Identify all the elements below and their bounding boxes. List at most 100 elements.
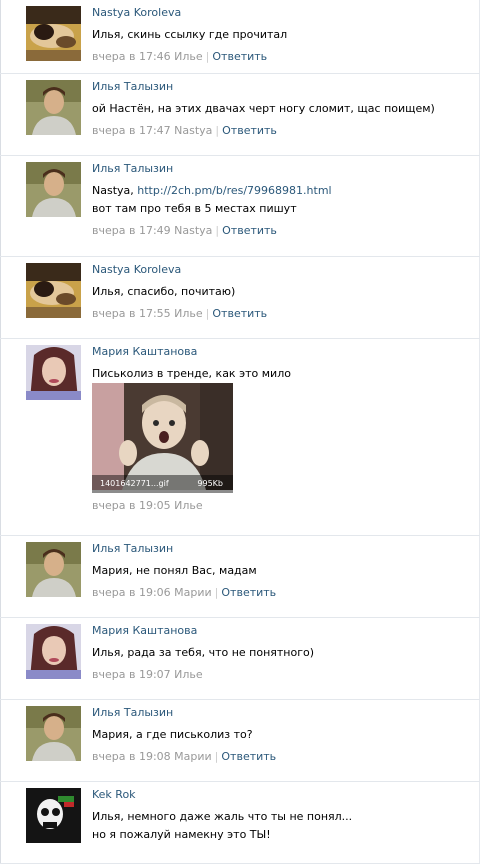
comment-item: Мария Каштанова Илья, рада за тебя, что н… — [0, 618, 480, 700]
meta-separator: | — [215, 224, 220, 237]
comment-text: Илья, спасибо, почитаю) — [92, 283, 476, 301]
comment-line: Мария, а где письколиз то? — [92, 728, 253, 741]
comment-body: Илья Талызин Мария, не понял Вас, мадам вч… — [92, 542, 476, 600]
comment-text: Мария, не понял Вас, мадам — [92, 562, 476, 580]
comment-text: Nastya, http://2ch.pm/b/res/79968981.htm… — [92, 182, 476, 218]
timestamp[interactable]: вчера в 17:55 — [92, 307, 171, 320]
reply-target: Nastya — [174, 224, 213, 237]
comment-line: Илья, спасибо, почитаю) — [92, 285, 236, 298]
comment-item: Илья Талызин Nastya, http://2ch.pm/b/res/… — [0, 156, 480, 257]
comment-meta: вчера в 17:46 Илье | Ответить — [92, 50, 476, 64]
comment-text: Мария, а где письколиз то? — [92, 726, 476, 744]
author-link[interactable]: Nastya Koroleva — [92, 6, 476, 20]
timestamp[interactable]: вчера в 17:49 — [92, 224, 171, 237]
avatar-image — [26, 788, 81, 843]
comment-meta: вчера в 19:05 Илье — [92, 499, 476, 513]
comment-body: Kek Rok Илья, немного даже жаль что ты не… — [92, 788, 476, 844]
reply-target: Илье — [174, 499, 203, 512]
comment-line: Письколиз в тренде, как это мило — [92, 367, 291, 380]
author-link[interactable]: Илья Талызин — [92, 80, 476, 94]
meta-separator: | — [205, 307, 210, 320]
reply-target: Илье — [174, 50, 203, 63]
reply-target: Марии — [174, 750, 212, 763]
reply-button[interactable]: Ответить — [212, 307, 267, 320]
timestamp[interactable]: вчера в 17:46 — [92, 50, 171, 63]
comment-line: Илья, немного даже жаль что ты не понял.… — [92, 810, 353, 823]
gif-caption: 1401642771...gif 995Kb — [92, 475, 233, 493]
reply-target: Илье — [174, 307, 203, 320]
mention: Nastya, — [92, 184, 138, 197]
comment-item: Илья Талызин Мария, не понял Вас, мадам вч… — [0, 536, 480, 618]
author-link[interactable]: Мария Каштанова — [92, 624, 476, 638]
avatar-image — [26, 542, 81, 597]
comment-line: Илья, скинь ссылку где прочитал — [92, 28, 288, 41]
avatar-image — [26, 162, 81, 217]
author-link[interactable]: Kek Rok — [92, 788, 476, 802]
comment-body: Илья Талызин Мария, а где письколиз то? вч… — [92, 706, 476, 764]
avatar[interactable] — [26, 162, 81, 217]
author-link[interactable]: Илья Талызин — [92, 542, 476, 556]
comment-text: Илья, рада за тебя, что не понятного) — [92, 644, 476, 662]
timestamp[interactable]: вчера в 19:08 — [92, 750, 171, 763]
reply-button[interactable]: Ответить — [212, 50, 267, 63]
comment-line: Мария, не понял Вас, мадам — [92, 564, 257, 577]
avatar[interactable] — [26, 6, 81, 61]
avatar-image — [26, 706, 81, 761]
comment-meta: вчера в 19:07 Илье — [92, 668, 476, 682]
timestamp[interactable]: вчера в 19:06 — [92, 586, 171, 599]
timestamp[interactable]: вчера в 19:05 — [92, 499, 171, 512]
comments-feed: Nastya Koroleva Илья, скинь ссылку где пр… — [0, 0, 480, 864]
comment-item: Илья Талызин ой Настён, на этих двачах че… — [0, 74, 480, 156]
reply-target: Илье — [174, 668, 203, 681]
reply-target: Марии — [174, 586, 212, 599]
reply-button[interactable]: Ответить — [221, 750, 276, 763]
reply-button[interactable]: Ответить — [222, 124, 277, 137]
avatar[interactable] — [26, 624, 81, 679]
comment-text: Письколиз в тренде, как это мило — [92, 365, 476, 383]
comment-item: Мария Каштанова Письколиз в тренде, как э… — [0, 339, 480, 536]
reply-button[interactable]: Ответить — [221, 586, 276, 599]
comment-meta: вчера в 19:06 Марии | Ответить — [92, 586, 476, 600]
avatar[interactable] — [26, 345, 81, 400]
meta-separator: | — [205, 50, 210, 63]
avatar[interactable] — [26, 263, 81, 318]
avatar[interactable] — [26, 706, 81, 761]
thread-link[interactable]: http://2ch.pm/b/res/79968981.html — [137, 184, 331, 197]
comment-line: ой Настён, на этих двачах черт ногу слом… — [92, 102, 435, 115]
timestamp[interactable]: вчера в 19:07 — [92, 668, 171, 681]
avatar-image — [26, 6, 81, 61]
comment-item: Nastya Koroleva Илья, спасибо, почитаю) вч… — [0, 257, 480, 339]
comment-text: Илья, немного даже жаль что ты не понял.… — [92, 808, 476, 844]
avatar-image — [26, 624, 81, 679]
author-link[interactable]: Nastya Koroleva — [92, 263, 476, 277]
comment-line: Илья, рада за тебя, что не понятного) — [92, 646, 315, 659]
reply-button[interactable]: Ответить — [222, 224, 277, 237]
gif-attachment[interactable]: 1401642771...gif 995Kb — [92, 383, 233, 493]
timestamp[interactable]: вчера в 17:47 — [92, 124, 171, 137]
avatar[interactable] — [26, 80, 81, 135]
comment-body: Мария Каштанова Письколиз в тренде, как э… — [92, 345, 476, 513]
comment-item: Илья Талызин Мария, а где письколиз то? вч… — [0, 700, 480, 782]
comment-item: Nastya Koroleva Илья, скинь ссылку где пр… — [0, 0, 480, 74]
author-link[interactable]: Илья Талызин — [92, 706, 476, 720]
comment-item: Kek Rok Илья, немного даже жаль что ты не… — [0, 782, 480, 864]
gif-size: 995Kb — [197, 479, 223, 488]
meta-separator: | — [215, 124, 220, 137]
comment-text: Илья, скинь ссылку где прочитал — [92, 26, 476, 44]
avatar[interactable] — [26, 788, 81, 843]
comment-body: Nastya Koroleva Илья, скинь ссылку где пр… — [92, 6, 476, 64]
comment-line: но я пожалуй намекну это ТЫ! — [92, 828, 271, 841]
author-link[interactable]: Мария Каштанова — [92, 345, 476, 359]
comment-meta: вчера в 17:55 Илье | Ответить — [92, 307, 476, 321]
comment-body: Мария Каштанова Илья, рада за тебя, что н… — [92, 624, 476, 682]
comment-line: вот там про тебя в 5 местах пишут — [92, 202, 297, 215]
author-link[interactable]: Илья Талызин — [92, 162, 476, 176]
comment-body: Nastya Koroleva Илья, спасибо, почитаю) вч… — [92, 263, 476, 321]
comment-body: Илья Талызин ой Настён, на этих двачах че… — [92, 80, 476, 138]
avatar-image — [26, 80, 81, 135]
comment-meta: вчера в 17:47 Nastya | Ответить — [92, 124, 476, 138]
meta-separator: | — [214, 750, 219, 763]
comment-meta: вчера в 19:08 Марии | Ответить — [92, 750, 476, 764]
avatar[interactable] — [26, 542, 81, 597]
gif-filename: 1401642771...gif — [100, 479, 169, 488]
